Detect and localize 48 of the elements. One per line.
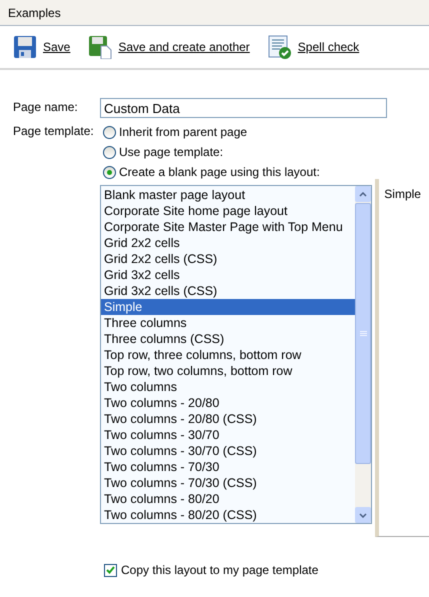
toolbar-link[interactable]: Save: [13, 35, 70, 59]
list-item[interactable]: Top row, three columns, bottom row: [101, 347, 356, 363]
list-item[interactable]: Three columns (CSS): [101, 331, 356, 347]
list-item[interactable]: Two columns: [101, 379, 356, 395]
toolbar-link[interactable]: Save and create another: [88, 35, 250, 59]
preview-text: Simple: [384, 187, 421, 201]
scroll-up-button[interactable]: [355, 186, 372, 202]
list-item[interactable]: Three columns: [101, 315, 356, 331]
list-item[interactable]: Grid 2x2 cells: [101, 235, 356, 251]
grip-icon: [360, 331, 367, 336]
page-name-field[interactable]: Custom Data: [100, 98, 387, 118]
field-label: Page template:: [13, 124, 95, 138]
list-item[interactable]: Two columns - 20/80 (CSS): [101, 411, 356, 427]
layout-listbox[interactable]: [100, 185, 372, 524]
list-item[interactable]: Two columns - 30/70 (CSS): [101, 443, 356, 459]
list-item[interactable]: Top row, two columns, bottom row: [101, 363, 356, 379]
list-item[interactable]: Two columns - 80/20: [101, 491, 356, 507]
list-item[interactable]: Two columns - 70/30 (CSS): [101, 475, 356, 491]
caret-up-icon: [359, 192, 368, 196]
header-title: Examples: [8, 6, 61, 20]
radio-option[interactable]: Use page template:: [103, 144, 320, 160]
checkmark-icon: [106, 566, 115, 574]
list-item[interactable]: Corporate Site Master Page with Top Menu: [101, 219, 356, 235]
list-item[interactable]: Grid 2x2 cells (CSS): [101, 251, 356, 267]
checkbox[interactable]: [104, 564, 117, 576]
list-item[interactable]: Grid 3x2 cells: [101, 267, 356, 283]
radio-option[interactable]: Create a blank page using this layout:: [103, 164, 320, 180]
radio-button[interactable]: [103, 146, 116, 158]
copy-layout-option[interactable]: Copy this layout to my page template: [104, 563, 429, 577]
scrollbar[interactable]: [355, 186, 372, 523]
list-item[interactable]: Two columns - 80/20 (CSS): [101, 507, 356, 523]
toolbar-link[interactable]: Spell check: [268, 35, 360, 59]
caret-down-icon: [359, 512, 368, 518]
list-item[interactable]: Grid 3x2 cells (CSS): [101, 283, 356, 299]
list-item[interactable]: Two columns - 30/70: [101, 427, 356, 443]
radio-button[interactable]: [103, 126, 116, 138]
scroll-down-button[interactable]: [355, 507, 372, 523]
document-checkmark-icon: [268, 35, 292, 59]
radio-option[interactable]: Inherit from parent page: [103, 124, 320, 140]
field-label: Page name:: [13, 99, 79, 114]
radio-button[interactable]: [103, 166, 116, 178]
floppy-disk-document-icon: [88, 35, 112, 59]
list-item[interactable]: Blank master page layout: [101, 187, 356, 203]
list-item[interactable]: Two columns - 20/80: [101, 395, 356, 411]
list-item[interactable]: Simple: [101, 299, 356, 315]
list-item[interactable]: Two columns - 70/30: [101, 459, 356, 475]
scrollbar-thumb[interactable]: [355, 203, 372, 464]
list-item[interactable]: Corporate Site home page layout: [101, 203, 356, 219]
